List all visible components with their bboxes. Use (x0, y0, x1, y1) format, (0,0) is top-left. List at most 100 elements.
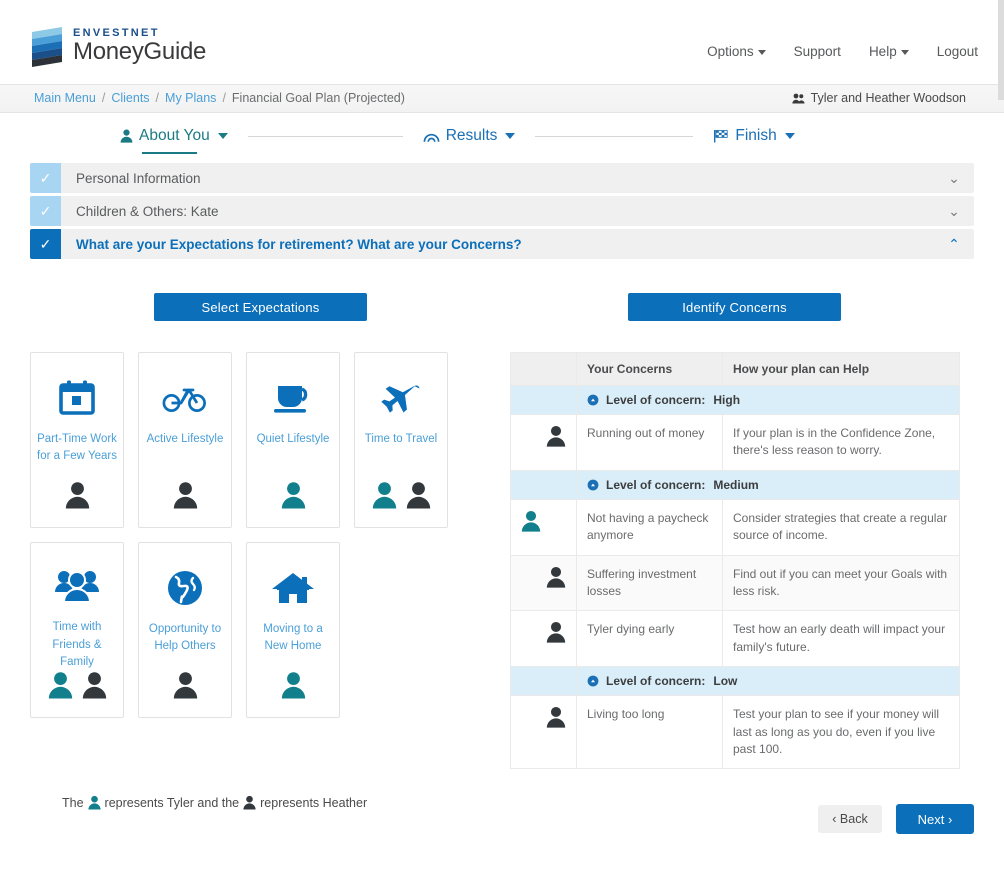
client-name-label: Tyler and Heather Woodson (810, 91, 966, 105)
checkered-flag-icon (714, 130, 728, 143)
concern-person-cell (510, 414, 577, 471)
breadcrumb-separator: / (155, 91, 160, 105)
concern-level-row-low[interactable]: Level of concern: Low (510, 666, 960, 697)
concern-level-row-medium[interactable]: Level of concern: Medium (510, 469, 960, 500)
concern-help-text: If your plan is in the Confidence Zone, … (722, 414, 960, 471)
app-page: ENVESTNET MoneyGuide Options Support Hel… (0, 0, 1004, 874)
table-row[interactable]: Living too long Test your plan to see if… (510, 695, 960, 770)
breadcrumb-bar: Main Menu / Clients / My Plans / Financi… (0, 85, 1004, 113)
person-heather-icon (406, 482, 430, 509)
expectation-card-label: Time with Friends & Family (52, 621, 102, 668)
person-heather-icon (243, 796, 256, 810)
people-group-icon (54, 565, 100, 609)
concern-level-row-high[interactable]: Level of concern: High (510, 385, 960, 415)
concern-help-text: Find out if you can meet your Goals with… (722, 554, 960, 612)
expectation-card-quiet-lifestyle[interactable]: Quiet Lifestyle (246, 352, 340, 528)
expectations-column: Select Expectations Part-Time Work for a… (30, 293, 500, 769)
expectation-card-time-with-friends-family[interactable]: Time with Friends & Family (30, 542, 124, 718)
envestnet-logo-icon (30, 24, 64, 68)
concerns-column: Identify Concerns Your Concerns How your… (510, 293, 960, 770)
level-label-cell: Level of concern: Medium (576, 469, 960, 500)
expectation-card-people (281, 481, 306, 509)
level-prefix: Level of concern: (606, 477, 706, 492)
main-panel: Select Expectations Part-Time Work for a… (0, 293, 1004, 810)
next-button[interactable]: Next › (896, 804, 974, 834)
expectation-card-moving-to-new-home[interactable]: Moving to a New Home (246, 542, 340, 718)
expand-circle-icon (587, 394, 599, 406)
back-chevron-icon: ‹ (832, 812, 837, 826)
person-heather-icon (546, 622, 566, 643)
person-tyler-icon (521, 510, 541, 532)
legend-prefix: The (62, 795, 84, 810)
accordion-children-others-label: Children & Others: Kate (76, 203, 219, 219)
expand-circle-icon (587, 675, 599, 687)
expectation-card-time-to-travel[interactable]: Time to Travel (354, 352, 448, 528)
back-button[interactable]: ‹ Back (818, 805, 882, 833)
breadcrumb-clients[interactable]: Clients (111, 91, 149, 105)
table-row[interactable]: Tyler dying early Test how an early deat… (510, 610, 960, 668)
expectation-card-label: Active Lifestyle (146, 433, 224, 445)
expectation-card-part-time-work[interactable]: Part-Time Work for a Few Years (30, 352, 124, 528)
accordion-personal-information-label: Personal Information (76, 170, 201, 186)
accordion-personal-information[interactable]: ✓ Personal Information ⌄ (30, 163, 974, 193)
breadcrumb-main-menu[interactable]: Main Menu (34, 91, 96, 105)
person-tyler-icon (281, 482, 305, 509)
step-results-label: Results (445, 127, 498, 144)
person-tyler-icon (372, 482, 396, 509)
chevron-up-icon[interactable]: ⌃ (934, 229, 974, 259)
check-icon: ✓ (30, 163, 61, 193)
chevron-down-icon (505, 133, 516, 139)
concerns-table-head: Your Concerns How your plan can Help (510, 352, 960, 386)
concern-help-text: Test how an early death will impact your… (722, 610, 960, 668)
expectation-card-active-lifestyle[interactable]: Active Lifestyle (138, 352, 232, 528)
select-expectations-button[interactable]: Select Expectations (154, 293, 367, 321)
breadcrumb-my-plans[interactable]: My Plans (165, 91, 216, 105)
client-name-display[interactable]: Tyler and Heather Woodson (791, 91, 966, 105)
person-heather-icon (173, 672, 197, 699)
expectation-card-label: Opportunity to Help Others (148, 623, 222, 653)
accordion-expectations-concerns-label: What are your Expectations for retiremen… (76, 236, 522, 252)
table-row[interactable]: Not having a paycheck anymore Consider s… (510, 498, 960, 556)
nav-logout[interactable]: Logout (937, 44, 978, 59)
person-heather-icon (546, 707, 566, 728)
calendar-icon (57, 375, 97, 421)
step-about-you[interactable]: About You (120, 127, 228, 154)
concern-help-text: Test your plan to see if your money will… (722, 695, 960, 770)
table-row[interactable]: Running out of money If your plan is in … (510, 414, 960, 471)
level-label-cell: Level of concern: Low (576, 666, 960, 697)
nav-help-label: Help (868, 44, 897, 59)
concern-text: Living too long (576, 695, 723, 770)
chevron-down-icon[interactable]: ⌄ (934, 163, 974, 193)
globe-icon (165, 565, 205, 611)
accordion-children-others[interactable]: ✓ Children & Others: Kate ⌄ (30, 196, 974, 226)
person-tyler-icon (87, 796, 101, 810)
accordion-expectations-concerns[interactable]: ✓ What are your Expectations for retirem… (30, 229, 974, 259)
wizard-stepper: About You Results Finish (0, 113, 1004, 159)
two-column-layout: Select Expectations Part-Time Work for a… (30, 293, 974, 770)
concern-text: Suffering investment losses (576, 554, 723, 612)
identify-concerns-button[interactable]: Identify Concerns (628, 293, 841, 321)
step-finish[interactable]: Finish (713, 127, 795, 145)
step-about-you-label: About You (139, 127, 210, 144)
level-value: Low (713, 674, 738, 689)
stepper-connector (535, 135, 694, 137)
nav-help[interactable]: Help (869, 44, 909, 59)
breadcrumb: Main Menu / Clients / My Plans / Financi… (34, 91, 405, 105)
expectation-card-opportunity-to-help-others[interactable]: Opportunity to Help Others (138, 542, 232, 718)
legend-mid: represents Tyler and the (104, 795, 240, 810)
scrollbar-rail[interactable] (998, 0, 1004, 100)
step-finish-label: Finish (735, 127, 777, 144)
brand-money: Money (73, 38, 144, 65)
concern-help-text: Consider strategies that create a regula… (722, 498, 960, 556)
airplane-icon (380, 375, 422, 421)
table-row[interactable]: Suffering investment losses Find out if … (510, 554, 960, 612)
level-label-cell: Level of concern: High (576, 385, 960, 415)
nav-options[interactable]: Options (707, 44, 766, 59)
expectation-card-people (173, 671, 198, 699)
brand-logo[interactable]: ENVESTNET MoneyGuide (30, 24, 206, 68)
chevron-down-icon[interactable]: ⌄ (934, 196, 974, 226)
nav-support[interactable]: Support (794, 44, 841, 59)
step-results[interactable]: Results (423, 127, 516, 145)
level-value: Medium (713, 477, 759, 492)
stepper-connector (247, 135, 403, 137)
